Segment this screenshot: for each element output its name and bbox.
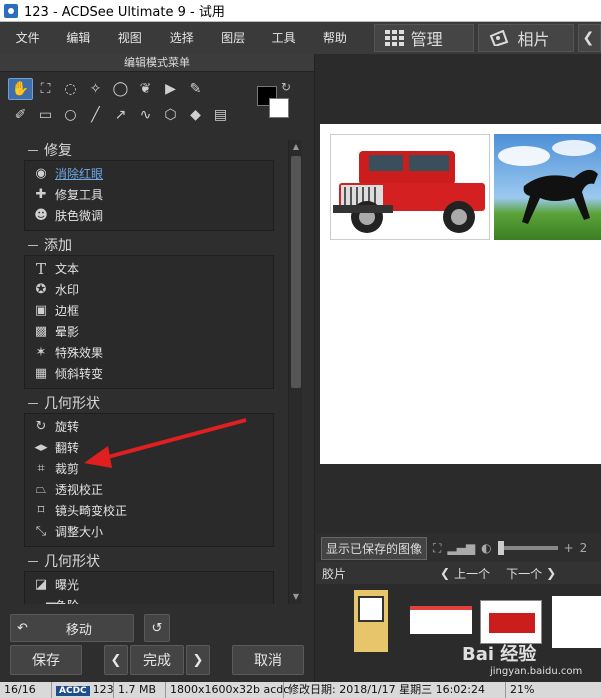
fullscreen-icon[interactable]: ⛶ — [433, 541, 441, 556]
next-image-link[interactable]: 下一个 — [506, 565, 542, 582]
zoom-in-icon[interactable]: + — [564, 541, 574, 555]
film-thumb-webpage[interactable] — [410, 606, 472, 634]
prev-image-link[interactable]: 上一个 — [454, 565, 490, 582]
film-thumb-qr[interactable] — [354, 590, 388, 652]
chevron-right-icon[interactable]: ❯ — [546, 566, 556, 580]
filmstrip-label: 胶片 — [322, 566, 347, 581]
filmstrip-header: 胶片 ❮ 上一个 下一个 ❯ — [316, 562, 601, 584]
status-size: 1.7 MB — [114, 682, 166, 698]
viewer-toolbar: 显示已保存的图像 ⛶ ▂▄▆ ◐ + 2 — [316, 534, 601, 562]
status-zoom: 21% — [510, 683, 535, 696]
status-bar: 16/16 ACDC 123 1.7 MB 1800x1600x32b acdc … — [0, 682, 601, 698]
chevron-left-icon[interactable]: ❮ — [440, 566, 450, 580]
zoom-slider-knob[interactable] — [497, 541, 504, 555]
format-badge: ACDC — [56, 686, 90, 696]
zoom-out-icon[interactable]: ◐ — [481, 541, 491, 555]
histogram-icon[interactable]: ▂▄▆ — [447, 541, 475, 555]
film-thumb-hummer[interactable] — [480, 600, 542, 644]
status-index: 16/16 — [0, 682, 52, 698]
baidu-watermark-sub: jingyan.baidu.com — [490, 666, 583, 677]
baidu-watermark: Bai 经验 — [462, 644, 537, 665]
status-file: ACDC 123 — [52, 682, 114, 698]
filmstrip — [316, 584, 601, 664]
show-saved-button[interactable]: 显示已保存的图像 — [321, 536, 428, 560]
zoom-value: 2 — [579, 541, 588, 555]
film-thumb-blank[interactable] — [552, 596, 601, 648]
file-name: 123 — [92, 683, 114, 696]
status-dimensions: 1800x1600x32b acdc — [166, 682, 289, 698]
status-modified: 修改日期: 2018/1/17 星期三 16:02:24 — [284, 682, 506, 698]
zoom-slider[interactable] — [497, 541, 558, 555]
